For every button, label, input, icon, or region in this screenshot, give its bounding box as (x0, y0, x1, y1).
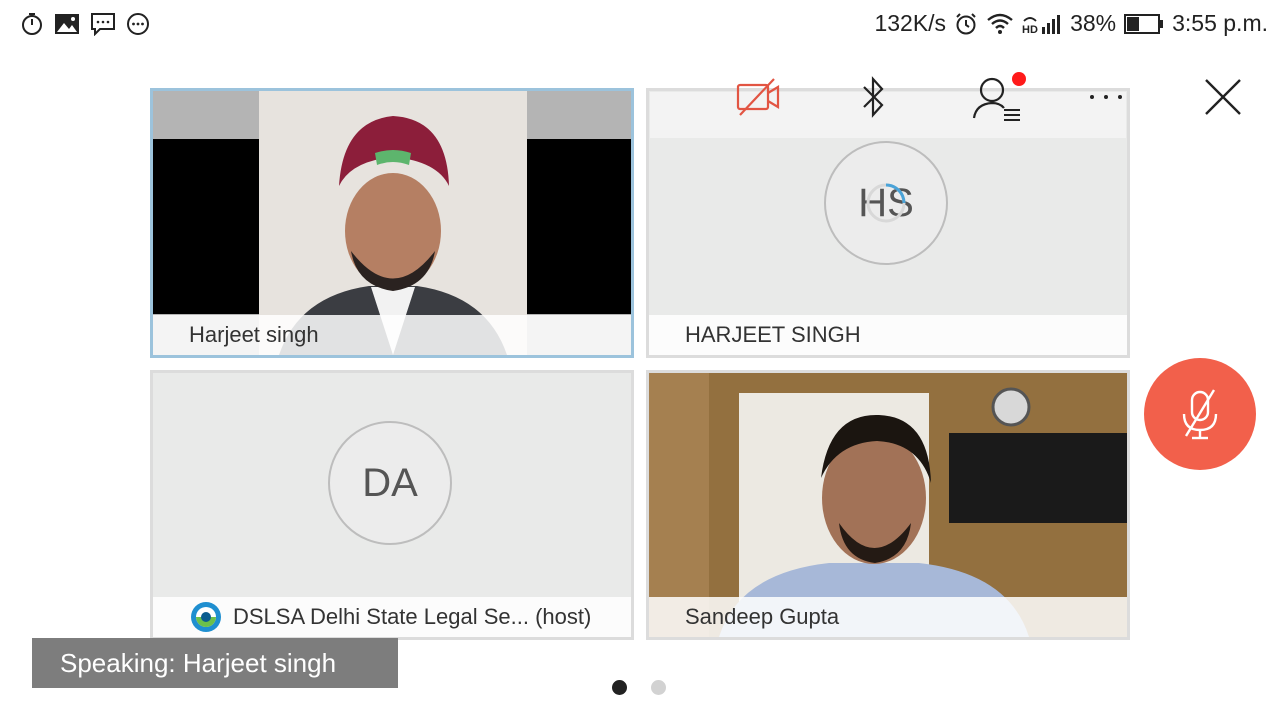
participant-name: Harjeet singh (189, 322, 319, 347)
net-speed: 132K/s (874, 10, 947, 36)
participant-name: Sandeep Gupta (685, 604, 840, 629)
more-circle-icon (126, 12, 150, 36)
close-button[interactable] (1196, 70, 1250, 124)
mic-muted-icon (1182, 389, 1218, 440)
participant-name-bar: DSLSA Delhi State Legal Se... (host) (153, 597, 631, 637)
more-horizontal-icon (1090, 95, 1122, 99)
participant-name-bar: HARJEET SINGH (649, 315, 1127, 355)
page-dot-1[interactable] (612, 680, 627, 695)
more-options-button[interactable] (1082, 80, 1130, 114)
page-dot-2[interactable] (651, 680, 666, 695)
mute-toggle-button[interactable] (1144, 358, 1256, 470)
letterbox-left (153, 139, 259, 314)
hd-signal-icon: HD (1022, 13, 1062, 35)
video-off-icon (736, 78, 780, 116)
notification-dot (1012, 72, 1026, 86)
participant-tile-sandeep[interactable]: Sandeep Gupta (646, 370, 1130, 640)
svg-text:HD: HD (1022, 24, 1038, 35)
battery-icon (1124, 13, 1164, 35)
close-icon (1205, 79, 1241, 115)
participants-button[interactable] (962, 70, 1034, 124)
status-bar: 132K/s HD 38% 3:55 p.m. (0, 0, 1280, 50)
loading-spinner-icon (866, 183, 906, 223)
participant-tile-host[interactable]: DA DSLSA Delhi State Legal Se... (host) (150, 370, 634, 640)
video-toggle-button[interactable] (728, 74, 788, 120)
participant-tile-harjeet[interactable]: Harjeet singh (150, 88, 634, 358)
clock: 3:55 p.m. (1172, 10, 1268, 36)
speaking-text: Speaking: Harjeet singh (60, 647, 337, 678)
speaking-indicator: Speaking: Harjeet singh (32, 638, 398, 688)
wifi-icon (986, 13, 1014, 35)
message-icon (90, 12, 116, 36)
participant-avatar: HS (824, 141, 948, 265)
bluetooth-icon (863, 76, 884, 118)
participants-icon (972, 72, 1026, 121)
stopwatch-icon (20, 12, 44, 36)
participant-name: HARJEET SINGH (685, 322, 861, 347)
participant-name-bar: Sandeep Gupta (649, 597, 1127, 637)
participant-name-bar: Harjeet singh (153, 315, 631, 355)
participant-avatar: DA (328, 421, 452, 545)
alarm-icon (954, 12, 978, 36)
page-indicator (612, 680, 666, 695)
participant-name: DSLSA Delhi State Legal Se... (host) (233, 604, 592, 629)
bluetooth-button[interactable] (852, 72, 896, 122)
webex-logo-icon (191, 602, 221, 632)
gallery-icon (54, 13, 80, 35)
status-left-icons (20, 12, 150, 36)
status-right: 132K/s HD 38% 3:55 p.m. (874, 10, 1268, 37)
battery-percent: 38% (1070, 10, 1117, 36)
letterbox-right (527, 139, 631, 314)
avatar-initials: DA (362, 460, 418, 505)
